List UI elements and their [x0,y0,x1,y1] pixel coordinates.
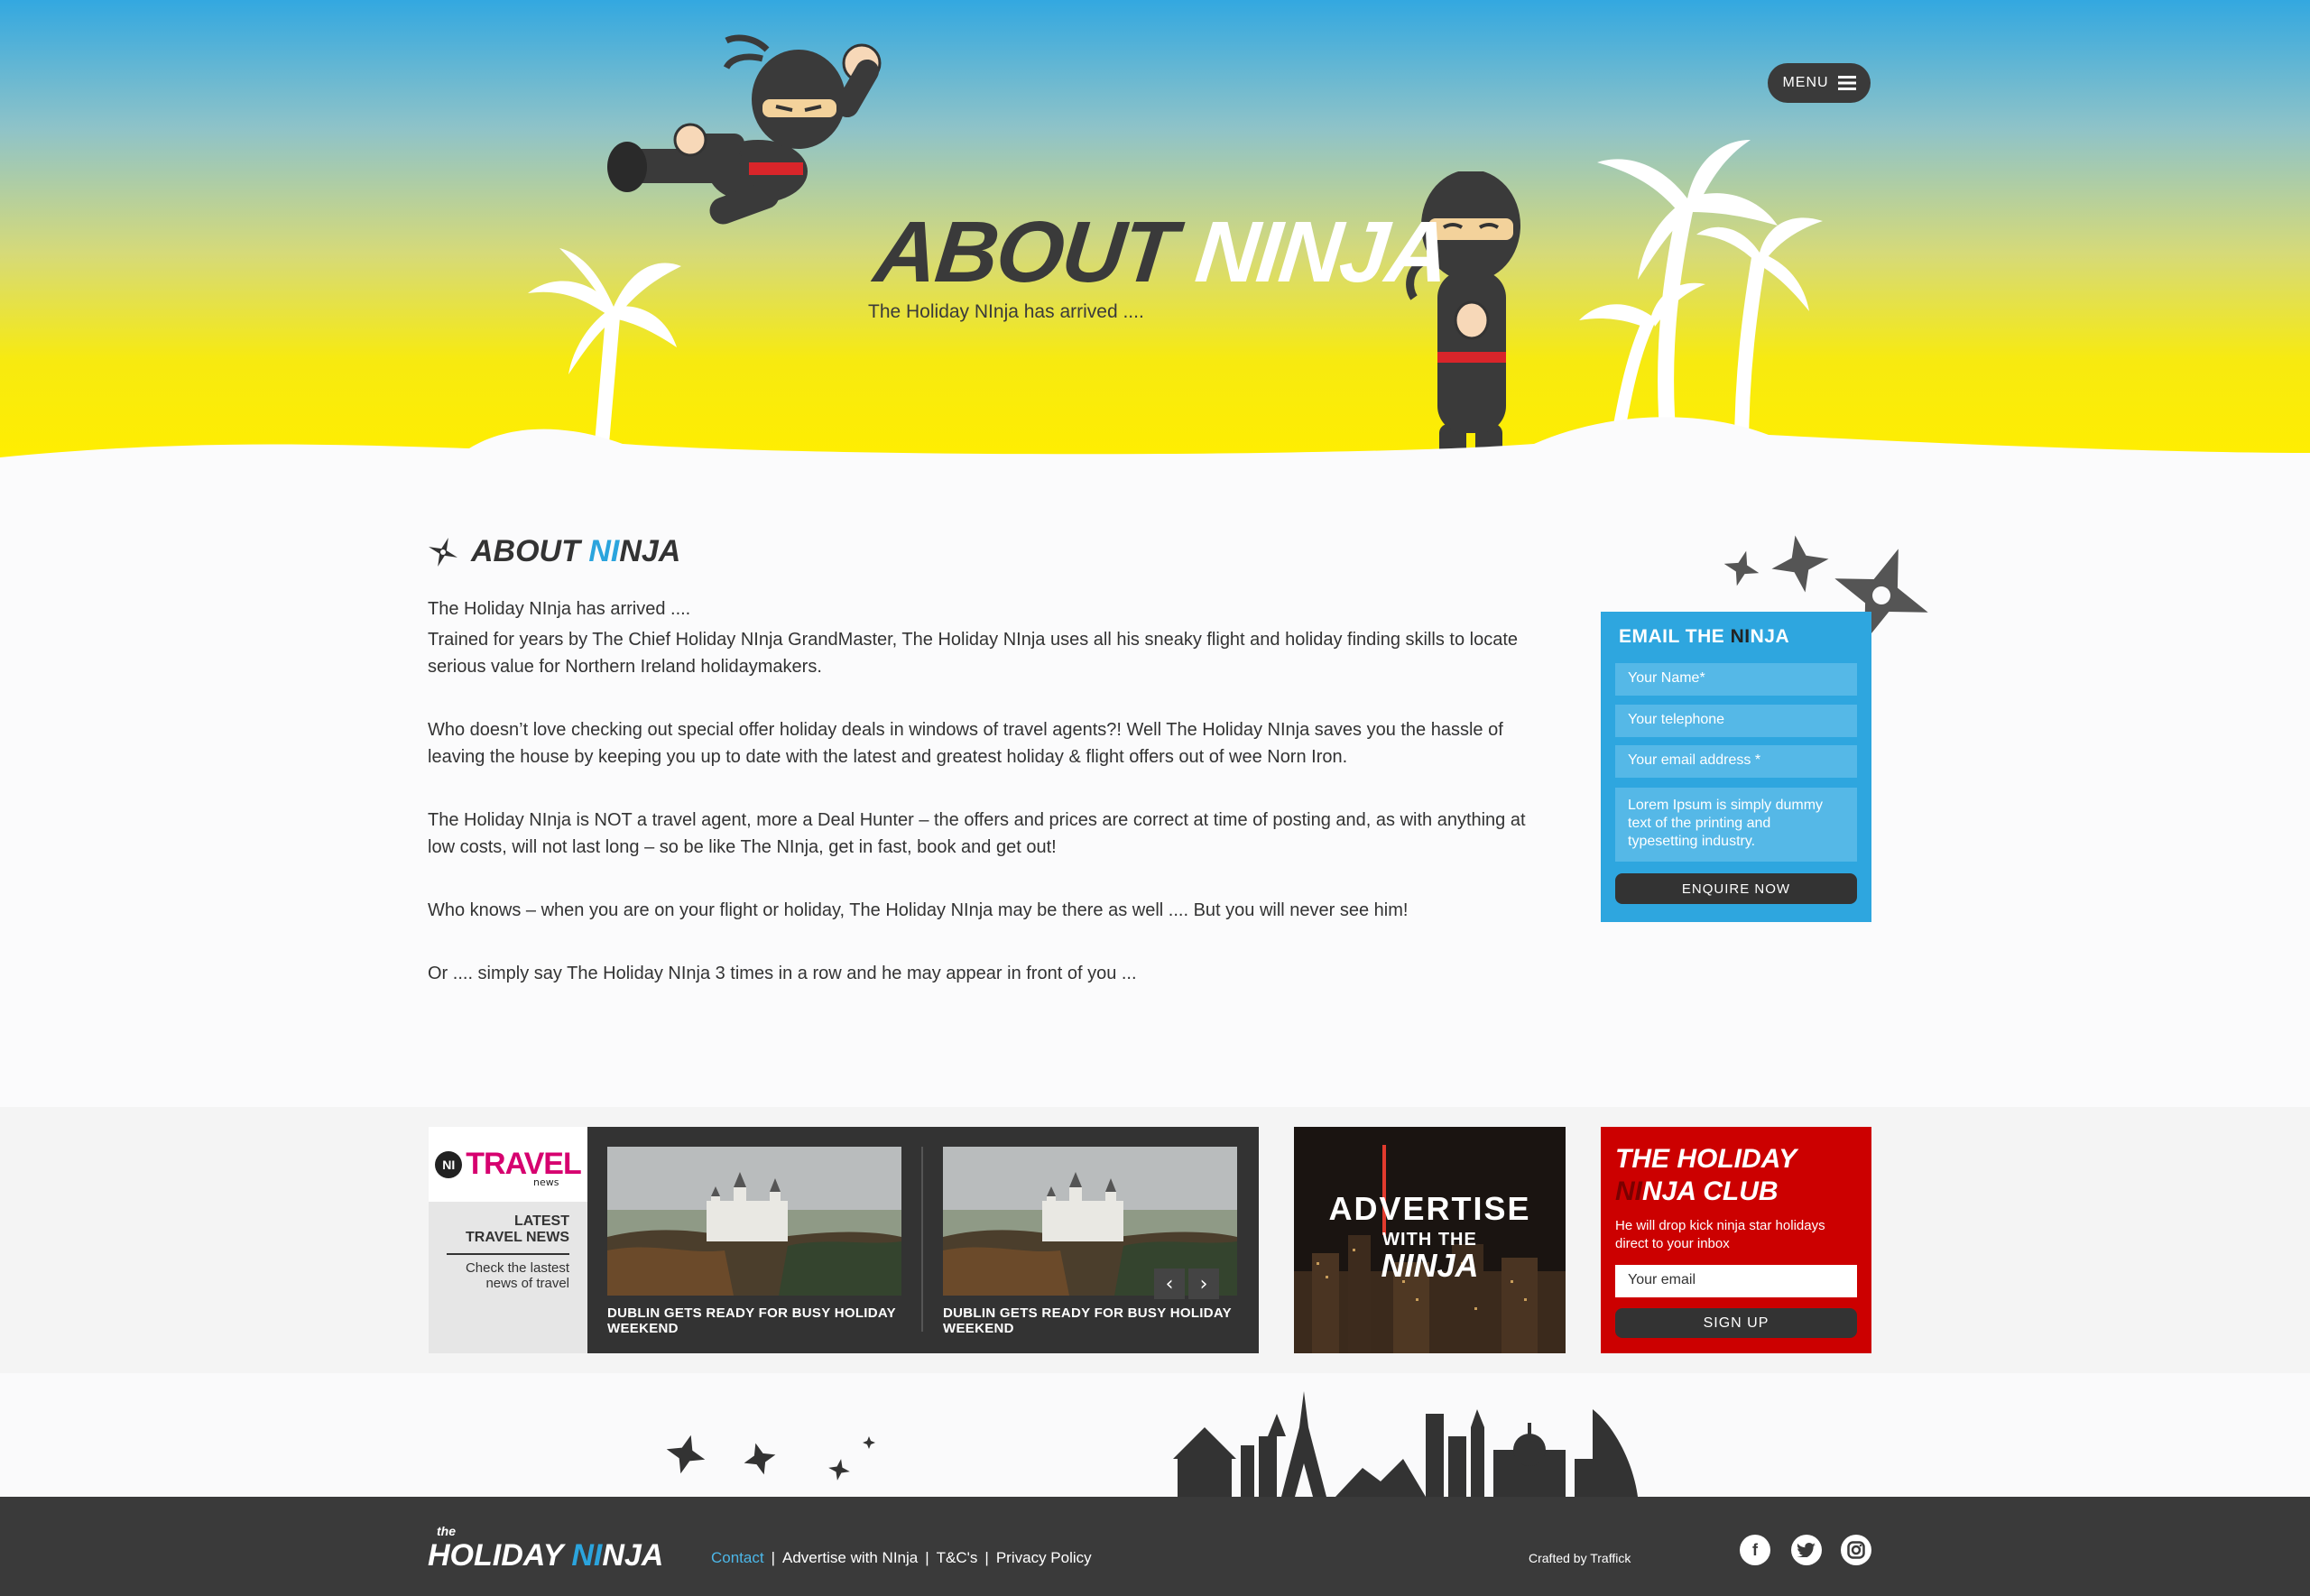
divider [447,1253,569,1255]
about-paragraph: Who doesn’t love checking out special of… [428,720,1503,767]
club-description: He will drop kick ninja star holidays di… [1615,1218,1825,1251]
club-title-ni: NI [1615,1176,1642,1206]
telephone-field[interactable]: Your telephone [1615,705,1857,737]
club-title-pre: THE HOLIDAY [1615,1144,1797,1174]
news-divider [921,1147,923,1332]
footer-logo-the: the [437,1524,456,1538]
footer-separator: | [984,1549,989,1566]
footer-link-contact[interactable]: Contact [711,1549,764,1566]
news-logo-sub: news [533,1176,559,1188]
advertise-line-3: NINJA [1381,1247,1479,1284]
hero-ground [0,417,2310,462]
about-paragraph: Or .... simply say The Holiday NInja 3 t… [428,964,1137,983]
sign-up-button[interactable]: SIGN UP [1615,1308,1857,1338]
about-paragraph: The Holiday NInja is NOT a travel agent,… [428,810,1526,857]
menu-button[interactable]: MENU [1768,63,1871,103]
latest-line-2: TRAVEL NEWS [466,1230,569,1245]
footer-link-terms[interactable]: T&C's [937,1549,978,1566]
advertise-text: ADVERTISE WITH THE NINJA [1294,1190,1566,1285]
hero-banner: MENU ABOUT NINJA The Holiday NInja has a… [0,0,2310,462]
travel-logo-text: TRAVEL [466,1147,581,1181]
news-card-image[interactable] [607,1147,901,1296]
club-email-input[interactable]: Your email [1615,1265,1857,1297]
latest-line-1: LATEST [513,1213,569,1229]
footer-logo[interactable]: the HOLIDAY NINJA [428,1524,663,1573]
advertise-banner[interactable]: ADVERTISE WITH THE NINJA [1294,1127,1566,1353]
footer-separator: | [925,1549,929,1566]
facebook-icon[interactable]: f [1740,1535,1770,1565]
club-title: THE HOLIDAY NINJA CLUB [1615,1143,1859,1208]
email-form-title: EMAIL THE NINJA [1619,626,1789,648]
carousel-prev-button[interactable]: ‹ [1154,1268,1185,1299]
castle-photo [607,1147,901,1296]
ni-logo-mark: NI [435,1150,463,1178]
footer-nav: Contact | Advertise with NInja | T&C's | Priva… [711,1549,1092,1567]
about-heading-ni: NI [588,534,620,568]
email-title-pre: EMAIL THE [1619,626,1731,647]
page-title-ni: NI [1191,204,1285,300]
footer-logo-holiday: HOLIDAY [428,1538,572,1573]
about-paragraph: Trained for years by The Chief Holiday N… [428,630,1519,677]
enquire-now-button[interactable]: ENQUIRE NOW [1615,873,1857,904]
twitter-icon[interactable] [1791,1535,1822,1565]
about-paragraph: The Holiday NInja has arrived .... [428,599,691,619]
check-news-text: Check the lastest news of travel [465,1260,569,1291]
about-paragraph: Who knows – when you are on your flight … [428,900,1409,920]
carousel-next-button[interactable]: › [1188,1268,1219,1299]
ninja-club-signup: THE HOLIDAY NINJA CLUB He will drop kick… [1601,1127,1871,1353]
footer-link-privacy[interactable]: Privacy Policy [996,1549,1092,1566]
advertise-line-1: ADVERTISE [1328,1190,1531,1227]
name-field[interactable]: Your Name* [1615,663,1857,696]
about-heading-about: ABOUT [471,534,580,568]
footer-logo-nja: NJA [602,1538,664,1573]
instagram-icon[interactable] [1841,1535,1871,1565]
about-heading-nja: NJA [619,534,681,568]
skyline-decoration [666,1391,1638,1497]
menu-label: MENU [1782,75,1829,90]
chevron-left-icon: ‹ [1165,1272,1174,1296]
footer-separator: | [771,1549,776,1566]
palm-trees-right-icon [1579,140,1823,451]
page-title-nja: NJA [1274,204,1453,300]
footer-link-advertise[interactable]: Advertise with NInja [782,1549,918,1566]
chevron-right-icon: › [1199,1272,1208,1296]
club-title-post: NJA CLUB [1642,1176,1779,1206]
footer-logo-ni: NI [571,1538,603,1573]
email-field[interactable]: Your email address * [1615,745,1857,778]
page-title-about: ABOUT [870,204,1179,300]
email-title-ni: NI [1730,626,1751,647]
crafted-by-credit[interactable]: Crafted by Traffick [1529,1551,1631,1565]
ni-travel-news-logo[interactable]: NI TRAVEL news [429,1127,587,1202]
email-title-post: NJA [1750,626,1790,647]
about-text: The Holiday NInja has arrived .... Train… [428,595,1547,1023]
page-subtitle: The Holiday NInja has arrived .... [868,301,1144,322]
news-card-title[interactable]: DUBLIN GETS READY FOR BUSY HOLIDAY WEEKE… [943,1305,1237,1336]
travel-news-widget: NI TRAVEL news LATEST TRAVEL NEWS Check … [429,1127,1259,1353]
travel-news-sidebar: NI TRAVEL news LATEST TRAVEL NEWS Check … [429,1127,587,1353]
hamburger-icon [1837,76,1856,90]
news-card-title[interactable]: DUBLIN GETS READY FOR BUSY HOLIDAY WEEKE… [607,1305,901,1336]
page-title: ABOUT NINJA [870,203,1453,302]
message-field[interactable]: Lorem Ipsum is simply dummy text of the … [1615,788,1857,862]
email-form: EMAIL THE NINJA Your Name* Your telephon… [1601,612,1871,922]
latest-travel-news-label: LATEST TRAVEL NEWS [466,1213,569,1246]
kicking-ninja-icon [607,34,882,225]
footer: the HOLIDAY NINJA Contact | Advertise with… [0,1497,2310,1596]
about-heading: ABOUT NINJA [428,534,680,569]
ninja-star-icon [429,537,457,567]
